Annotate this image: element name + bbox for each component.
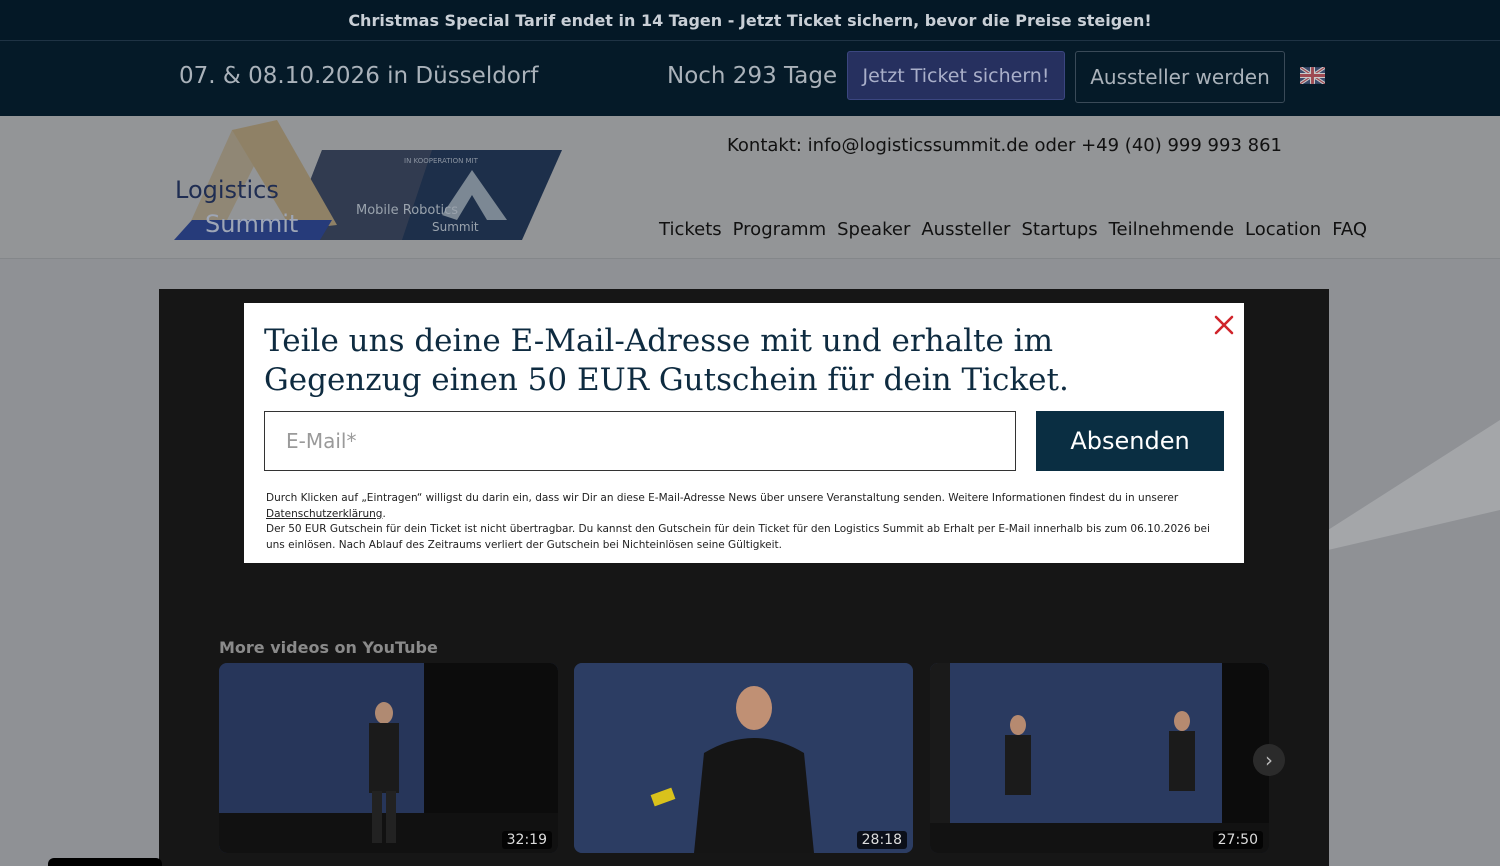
video-duration: 32:19 — [501, 831, 552, 849]
privacy-policy-link[interactable]: Datenschutzerklärung — [266, 508, 382, 520]
video-thumbnail-1[interactable]: 32:19 — [219, 663, 558, 853]
nav-item-aussteller[interactable]: Aussteller — [921, 219, 1010, 240]
thumbnail-image — [930, 663, 1269, 853]
video-duration: 27:50 — [1212, 831, 1263, 849]
logo-cooperation-text: IN KOOPERATION MIT — [404, 157, 479, 165]
exhibitor-button[interactable]: Aussteller werden — [1075, 51, 1285, 103]
nav-item-teilnehmende[interactable]: Teilnehmende — [1109, 219, 1234, 240]
legal-text-consent: Durch Klicken auf „Eintragen“ willigst d… — [266, 492, 1179, 504]
modal-title: Teile uns deine E-Mail-Adresse mit und e… — [264, 323, 1069, 398]
uk-flag-icon[interactable] — [1300, 67, 1325, 84]
close-icon[interactable] — [1212, 313, 1236, 337]
nav-item-faq[interactable]: FAQ — [1332, 219, 1367, 240]
legal-text-period: . — [382, 507, 386, 520]
video-thumbnail-3[interactable]: 27:50 — [930, 663, 1269, 853]
logo[interactable]: IN KOOPERATION MIT Logistics Summit Mobi… — [172, 120, 564, 240]
partner-logo-line2: Summit — [432, 220, 479, 234]
email-field[interactable] — [264, 411, 1016, 471]
nav-item-programm[interactable]: Programm — [733, 219, 826, 240]
countdown: Noch 293 Tage — [667, 63, 838, 89]
event-date: 07. & 08.10.2026 in Düsseldorf — [179, 63, 539, 89]
logo-text-line2: Summit — [205, 210, 298, 238]
info-bar: 07. & 08.10.2026 in Düsseldorf Noch 293 … — [0, 41, 1500, 116]
video-duration: 28:18 — [856, 831, 907, 849]
promo-banner[interactable]: Christmas Special Tarif endet in 14 Tage… — [0, 0, 1500, 41]
nav-item-startups[interactable]: Startups — [1021, 219, 1097, 240]
site-header: IN KOOPERATION MIT Logistics Summit Mobi… — [0, 116, 1500, 259]
background-decoration — [1328, 420, 1500, 550]
legal-text-voucher: Der 50 EUR Gutschein für dein Ticket ist… — [266, 523, 1210, 551]
legal-notice: Durch Klicken auf „Eintragen“ willigst d… — [266, 491, 1226, 553]
corner-widget[interactable] — [48, 858, 162, 866]
partner-logo-line1: Mobile Robotics — [356, 203, 458, 218]
contact-info[interactable]: Kontakt: info@logisticssummit.de oder +4… — [727, 135, 1282, 156]
chevron-right-icon[interactable]: › — [1253, 744, 1285, 776]
thumbnail-image — [219, 663, 558, 853]
thumbnail-image — [574, 663, 913, 853]
main-nav: Tickets Programm Speaker Aussteller Star… — [659, 219, 1367, 240]
submit-button[interactable]: Absenden — [1036, 411, 1224, 471]
video-thumbnail-2[interactable]: 28:18 — [574, 663, 913, 853]
nav-item-tickets[interactable]: Tickets — [659, 219, 722, 240]
newsletter-modal: Teile uns deine E-Mail-Adresse mit und e… — [244, 303, 1244, 563]
ticket-button[interactable]: Jetzt Ticket sichern! — [847, 51, 1065, 100]
more-videos-label: More videos on YouTube — [219, 638, 438, 657]
nav-item-location[interactable]: Location — [1245, 219, 1321, 240]
logo-text-line1: Logistics — [175, 176, 279, 204]
nav-item-speaker[interactable]: Speaker — [837, 219, 910, 240]
